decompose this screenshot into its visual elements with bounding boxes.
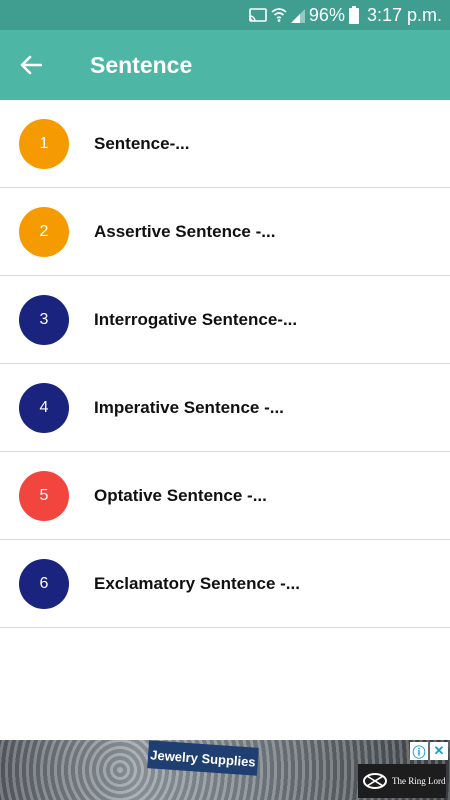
- battery-icon: [348, 5, 359, 25]
- app-bar: Sentence: [0, 30, 450, 100]
- signal-icon: [290, 5, 305, 25]
- ad-controls: ⓘ ✕: [410, 742, 448, 760]
- list-item-label: Interrogative Sentence-...: [94, 309, 298, 329]
- list-item-label: Assertive Sentence -...: [94, 221, 276, 241]
- number-badge: 4: [19, 382, 69, 433]
- back-button[interactable]: [0, 30, 62, 100]
- list-item-label: Exclamatory Sentence -...: [94, 573, 300, 593]
- number-badge: 1: [19, 118, 69, 169]
- close-icon[interactable]: ✕: [430, 742, 448, 760]
- clock: 3:17 p.m.: [366, 4, 442, 25]
- number-badge: 6: [19, 558, 69, 609]
- status-bar: 96% 3:17 p.m.: [0, 0, 450, 30]
- list-item-label: Optative Sentence -...: [94, 485, 267, 505]
- ring-logo-icon: [363, 773, 387, 789]
- sentence-list: 1 Sentence-... 2 Assertive Sentence -...…: [0, 100, 450, 628]
- arrow-left-icon: [20, 55, 42, 75]
- list-item[interactable]: 4 Imperative Sentence -...: [0, 364, 450, 452]
- list-item-label: Sentence-...: [94, 133, 190, 153]
- page-title: Sentence: [90, 51, 193, 78]
- number-badge: 5: [19, 470, 69, 521]
- list-item[interactable]: 3 Interrogative Sentence-...: [0, 276, 450, 364]
- number-badge: 3: [19, 294, 69, 345]
- ad-logo-text: The Ring Lord: [392, 776, 446, 786]
- list-item[interactable]: 5 Optative Sentence -...: [0, 452, 450, 540]
- ad-banner[interactable]: Jewelry Supplies The Ring Lord ⓘ ✕: [0, 740, 450, 800]
- info-icon[interactable]: ⓘ: [410, 742, 428, 760]
- wifi-icon: [271, 5, 287, 25]
- ad-logo: The Ring Lord: [358, 764, 446, 798]
- number-badge: 2: [19, 206, 69, 257]
- list-item[interactable]: 6 Exclamatory Sentence -...: [0, 540, 450, 628]
- list-item[interactable]: 1 Sentence-...: [0, 100, 450, 188]
- cast-icon: [249, 5, 267, 25]
- battery-percentage: 96%: [308, 4, 345, 25]
- list-item-label: Imperative Sentence -...: [94, 397, 284, 417]
- list-item[interactable]: 2 Assertive Sentence -...: [0, 188, 450, 276]
